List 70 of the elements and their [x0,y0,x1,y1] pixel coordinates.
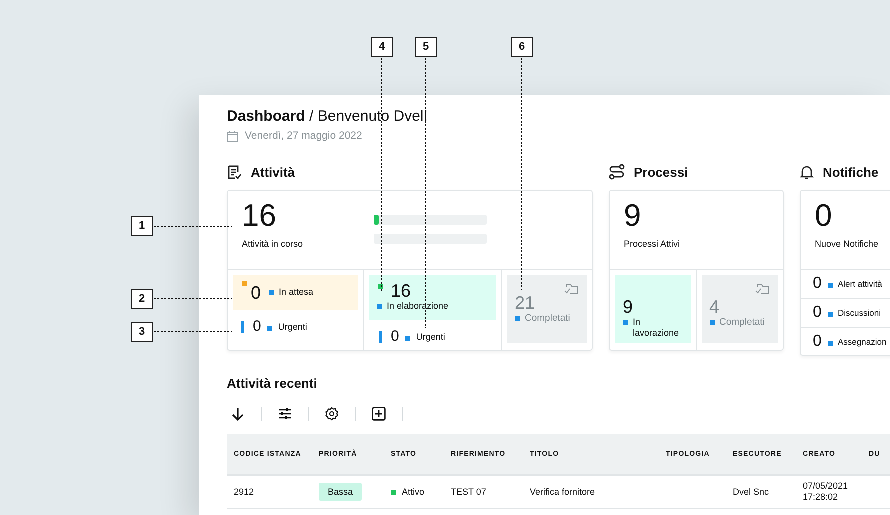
table-cell: Attivo [402,487,425,497]
section-title: Notifiche [823,164,879,180]
tile-value: 16 [390,281,412,301]
bullet-icon [623,320,628,325]
status-tile[interactable]: 0 In attesa [233,275,358,310]
route-icon [609,164,625,180]
list-check-icon [227,164,242,180]
table-cell: Verifica fornitore [530,487,596,497]
notification-count: 0 [813,304,823,322]
table-cell-text: 07/05/2021 17:28:02 [803,481,850,503]
table-cell: 2912 [234,487,254,497]
tile-value: 4 [710,297,720,317]
tile-label: In elaborazione [387,301,449,312]
bullet-icon [710,320,714,325]
settings-icon [325,407,339,421]
bell-icon [800,164,814,180]
notification-count: 0 [813,275,823,293]
bullet-icon [269,290,274,295]
urgent-value: 0 [253,318,262,335]
status-tile[interactable]: 16 In elaborazione [369,275,496,320]
tile-value: 21 [515,293,536,313]
urgent-bar-icon [241,320,244,332]
down-arrow-icon [231,407,245,421]
folder-icon [564,284,578,295]
calendar-icon [227,130,238,142]
bullet-icon [405,336,410,340]
callout-number: 6 [511,37,533,57]
tile-label: Completati [720,317,765,328]
callout-number: 4 [371,37,393,57]
count-label: Processi Attivi [624,239,682,249]
section-title: Processi [634,164,688,180]
count-label: Nuove Notifiche [815,239,880,249]
tile-value: 0 [251,282,262,302]
notification-count: 0 [813,332,823,350]
tile-value: 9 [623,297,634,317]
count-value: 9 [624,199,642,233]
tile-label: Completati [525,313,570,324]
notification-label: Discussioni [838,308,881,318]
count-value: 16 [242,199,278,233]
page-title: Dashboard / Benvenuto Dvel! [227,107,429,127]
priority-badge: Bassa [319,483,362,501]
bullet-icon [828,283,833,288]
callout-number: 5 [415,37,437,57]
notification-label: Alert attività [838,279,882,289]
notification-label: Assegnazion [838,336,887,346]
bullet-icon [515,316,520,321]
bullet-icon [828,340,833,346]
folder-icon [755,284,769,295]
bullet-icon [377,304,382,309]
bullet-icon [267,326,272,330]
urgent-label: Urgenti [416,332,446,342]
urgent-bar-icon [379,330,382,342]
sliders-icon [278,408,292,420]
section-title: Attività recenti [227,376,318,391]
callout-number: 3 [131,322,153,342]
callout-number: 2 [131,289,153,309]
count-value: 0 [815,199,834,233]
tile-label: In attesa [279,287,314,298]
bullet-icon [828,312,833,317]
tile-label: In lavorazione [633,317,680,339]
date-text: Venerdì, 27 maggio 2022 [245,130,362,142]
table-cell: Dvel Snc [733,487,770,497]
section-title: Attività [251,164,296,180]
add-icon [372,407,386,421]
count-label: Attività in corso [242,239,304,249]
urgent-value: 0 [391,328,400,345]
callout-number: 1 [131,216,153,236]
urgent-label: Urgenti [278,322,308,332]
status-tile[interactable]: 9 In lavorazione [615,275,690,343]
table-cell: TEST 07 [451,487,486,497]
